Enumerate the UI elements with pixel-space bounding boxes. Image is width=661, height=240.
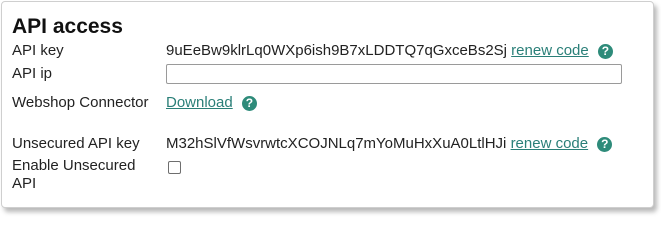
section-title: API access (12, 15, 123, 38)
unsecured-api-key-row: M32hSlVfWsvrwtcXCOJNLq7mYoMuHxXuA0LtlHJi… (166, 135, 613, 153)
unsecured-api-key-renew-link[interactable]: renew code (511, 135, 589, 152)
api-ip-input[interactable] (166, 64, 622, 84)
unsecured-api-key-label: Unsecured API key (12, 135, 140, 152)
webshop-connector-label: Webshop Connector (12, 94, 149, 111)
api-access-panel: API access API key 9uEeBw9klrLq0WXp6ish9… (1, 1, 654, 208)
webshop-connector-row: Download ? (166, 94, 257, 112)
unsecured-api-key-help-icon[interactable]: ? (597, 137, 613, 152)
api-key-label: API key (12, 42, 64, 59)
api-ip-label: API ip (12, 65, 53, 82)
download-link[interactable]: Download (166, 94, 233, 111)
webshop-connector-help-icon[interactable]: ? (241, 96, 257, 111)
unsecured-api-key-value: M32hSlVfWsvrwtcXCOJNLq7mYoMuHxXuA0LtlHJi (166, 135, 507, 152)
api-key-value: 9uEeBw9klrLq0WXp6ish9B7xLDDTQ7qGxceBs2Sj (166, 42, 507, 59)
api-key-row: 9uEeBw9klrLq0WXp6ish9B7xLDDTQ7qGxceBs2Sj… (166, 42, 613, 60)
api-key-renew-link[interactable]: renew code (511, 42, 589, 59)
api-key-help-icon[interactable]: ? (597, 44, 613, 59)
enable-unsecured-api-label: Enable Unsecured API (12, 157, 136, 192)
enable-unsecured-api-checkbox[interactable] (168, 161, 181, 174)
